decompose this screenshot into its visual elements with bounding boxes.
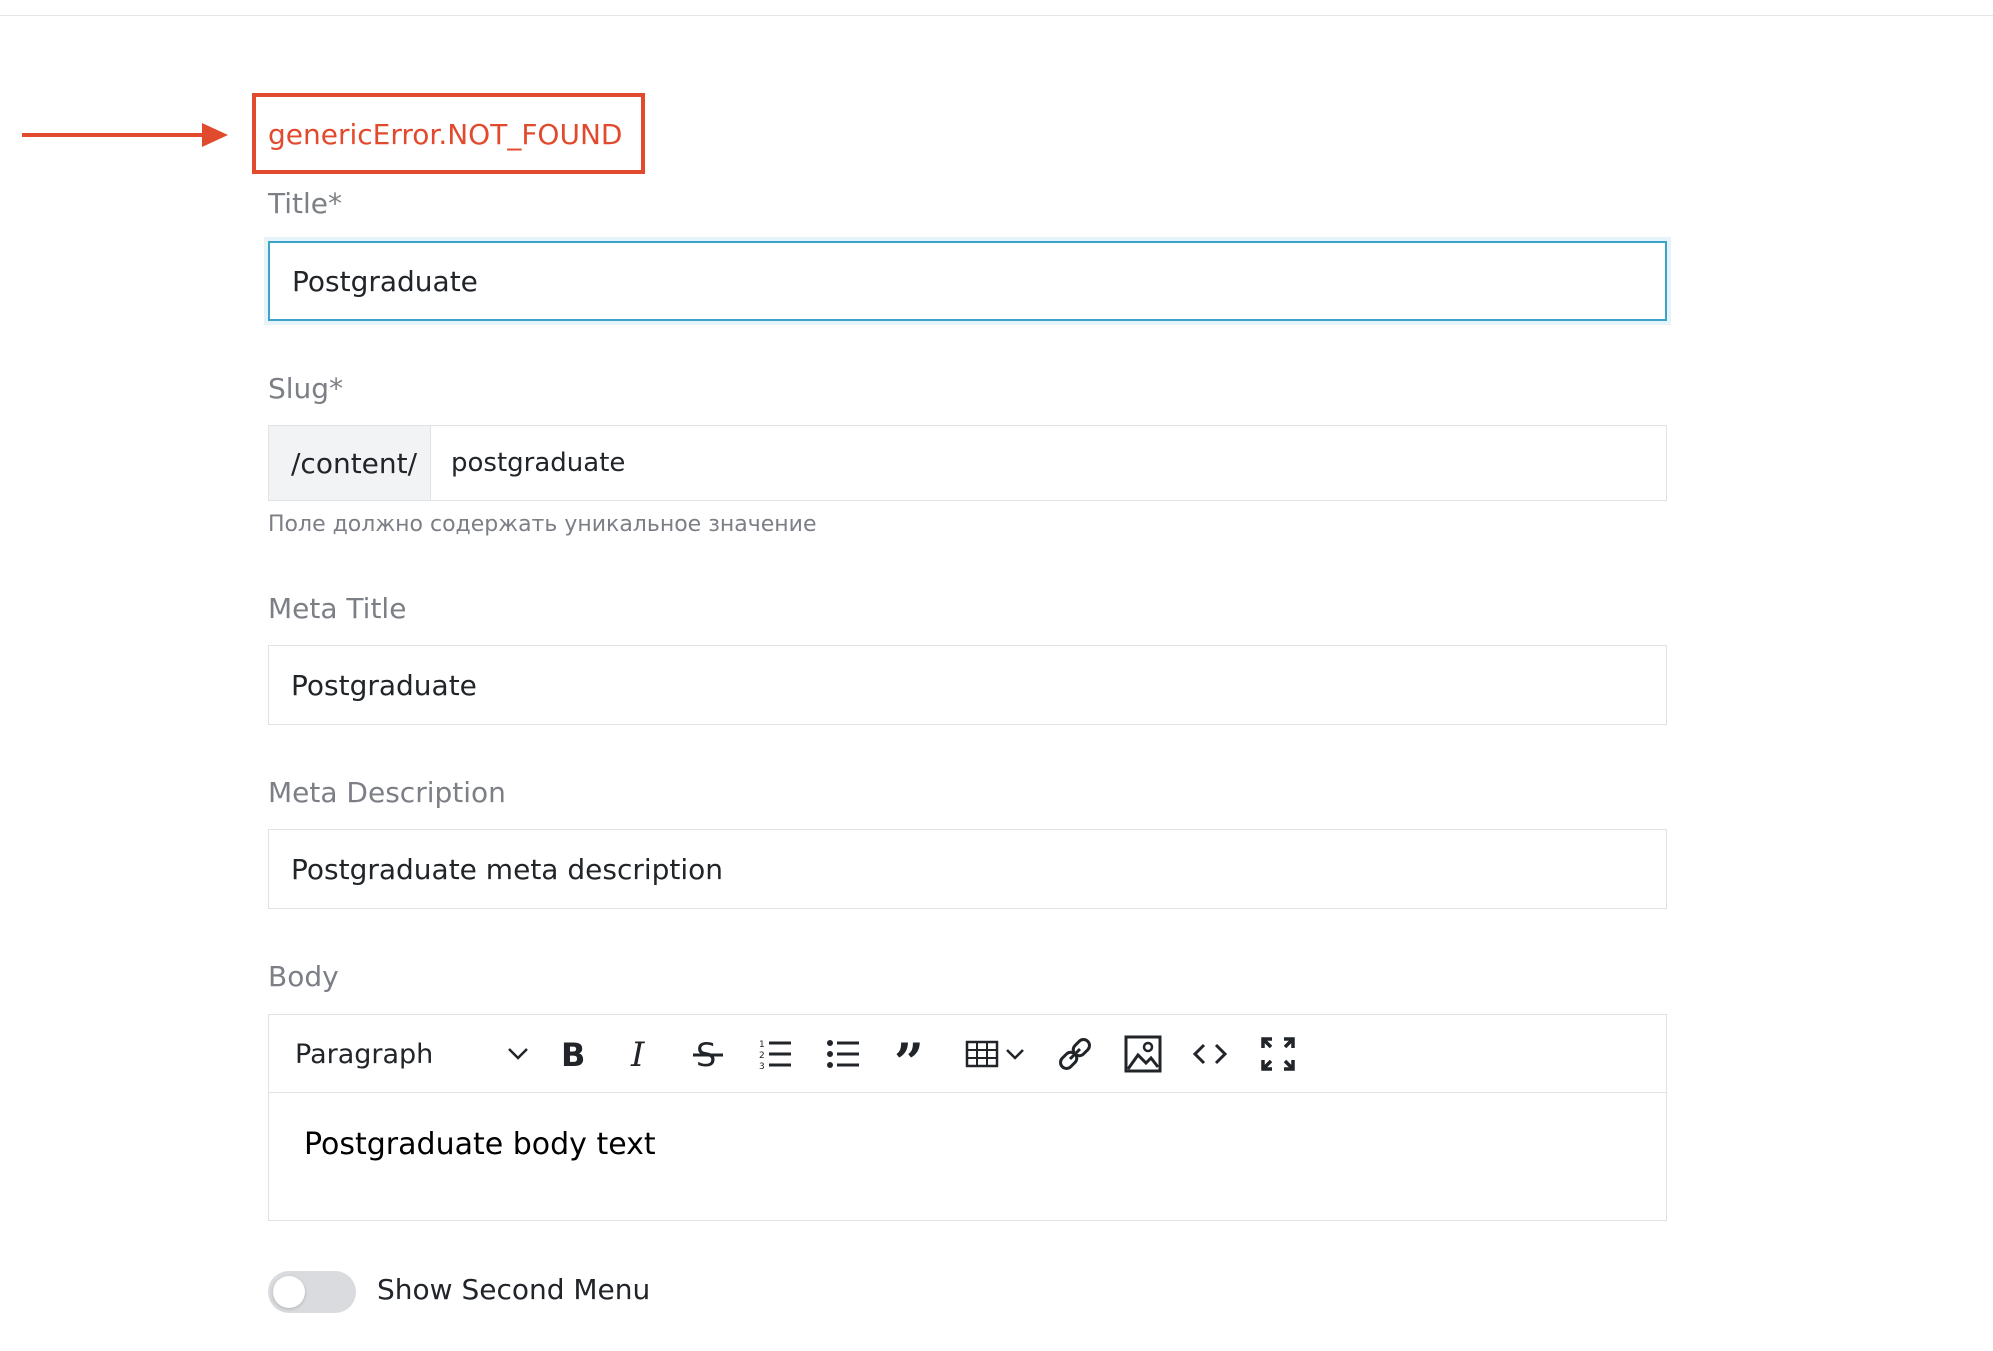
title-label: Title* (268, 187, 343, 220)
title-input[interactable]: Postgraduate (268, 241, 1667, 321)
italic-button[interactable]: I (619, 1033, 661, 1075)
fullscreen-button[interactable] (1257, 1033, 1299, 1075)
top-divider (0, 15, 1993, 16)
bold-button[interactable]: B (552, 1033, 594, 1075)
image-button[interactable] (1122, 1033, 1164, 1075)
code-button[interactable] (1189, 1033, 1231, 1075)
bulleted-list-icon (827, 1040, 859, 1068)
show-second-menu-toggle[interactable] (268, 1271, 356, 1313)
meta-description-input-value: Postgraduate meta description (291, 852, 724, 886)
slug-input-value: postgraduate (451, 448, 626, 478)
meta-title-input[interactable]: Postgraduate (268, 645, 1667, 725)
toggle-knob (273, 1276, 305, 1308)
slug-hint: Поле должно содержать уникальное значени… (268, 512, 817, 537)
body-rich-text-editor: Paragraph B I S 1 2 3 Postgraduate body … (268, 1014, 1667, 1221)
meta-description-input[interactable]: Postgraduate meta description (268, 829, 1667, 909)
code-icon (1192, 1043, 1228, 1065)
slug-prefix: /content/ (269, 426, 431, 500)
meta-title-label: Meta Title (268, 592, 407, 625)
title-input-value: Postgraduate (292, 264, 478, 298)
meta-title-input-value: Postgraduate (291, 668, 477, 702)
slug-input[interactable]: postgraduate (431, 426, 1666, 500)
bulleted-list-button[interactable] (822, 1033, 864, 1075)
slug-input-group: /content/ postgraduate (268, 425, 1667, 501)
svg-text:1: 1 (759, 1040, 765, 1050)
link-icon (1059, 1038, 1091, 1070)
body-label: Body (268, 960, 339, 993)
svg-text:B: B (561, 1038, 585, 1070)
svg-text:3: 3 (759, 1062, 765, 1071)
table-dropdown-chevron-icon (1006, 1049, 1024, 1060)
fullscreen-icon (1261, 1037, 1295, 1071)
italic-icon: I (630, 1038, 645, 1070)
blockquote-icon: ” (894, 1041, 924, 1067)
numbered-list-icon: 1 2 3 (759, 1040, 791, 1071)
annotation-arrow-icon (22, 123, 228, 147)
strikethrough-icon: S (693, 1037, 723, 1071)
link-button[interactable] (1054, 1033, 1096, 1075)
table-icon (965, 1040, 999, 1068)
strikethrough-button[interactable]: S (687, 1033, 729, 1075)
table-button[interactable] (959, 1033, 1031, 1075)
block-type-select[interactable]: Paragraph (295, 1037, 529, 1071)
image-icon (1124, 1035, 1162, 1073)
svg-text:”: ” (894, 1041, 924, 1067)
meta-description-label: Meta Description (268, 776, 506, 809)
svg-text:2: 2 (759, 1051, 765, 1061)
bold-icon: B (561, 1038, 585, 1070)
svg-text:I: I (630, 1038, 645, 1070)
numbered-list-button[interactable]: 1 2 3 (754, 1033, 796, 1075)
editor-content[interactable]: Postgraduate body text (304, 1127, 656, 1162)
show-second-menu-label: Show Second Menu (377, 1273, 651, 1306)
error-message: genericError.NOT_FOUND (268, 118, 623, 151)
blockquote-button[interactable]: ” (889, 1033, 931, 1075)
slug-label: Slug* (268, 372, 344, 405)
block-type-label: Paragraph (295, 1038, 434, 1070)
editor-toolbar: Paragraph B I S 1 2 3 (269, 1015, 1666, 1093)
chevron-down-icon (508, 1048, 528, 1060)
